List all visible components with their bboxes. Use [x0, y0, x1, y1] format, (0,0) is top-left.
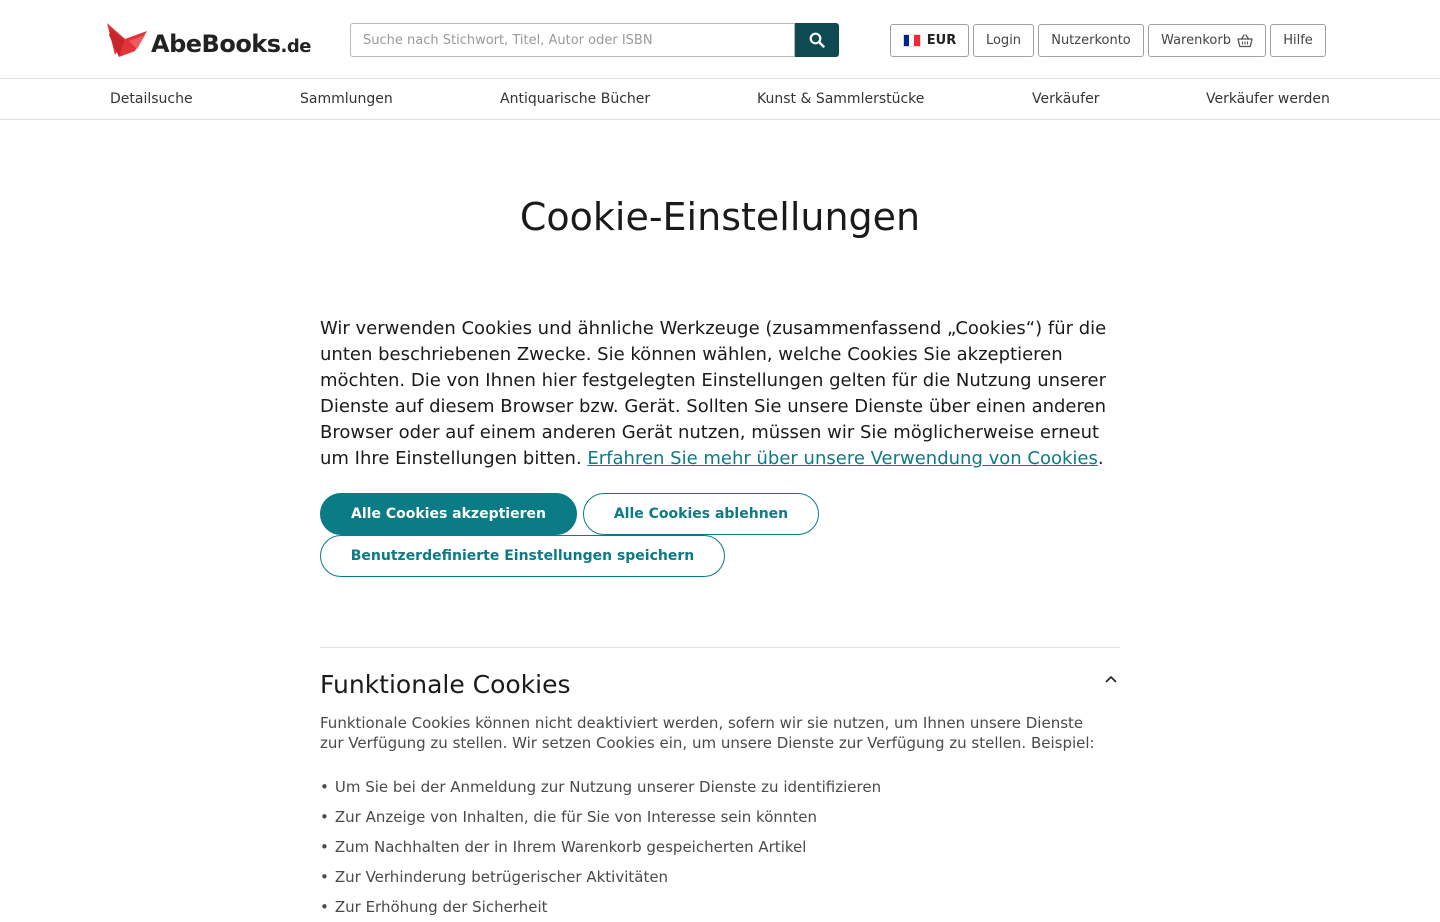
- intro-body: Wir verwenden Cookies und ähnliche Werkz…: [320, 318, 1107, 469]
- save-custom-settings-button[interactable]: Benutzerdefinierte Einstellungen speiche…: [320, 535, 725, 577]
- nav-item-kunst-sammlerstuecke[interactable]: Kunst & Sammlerstücke: [757, 79, 924, 120]
- page-title: Cookie-Einstellungen: [519, 195, 921, 239]
- site-header: AbeBooks.de EUR Login Nutzerkonto Warenk…: [0, 0, 1440, 79]
- nav-item-detailsuche[interactable]: Detailsuche: [110, 79, 193, 120]
- logo-wordmark: AbeBooks.de: [151, 30, 311, 58]
- currency-label: EUR: [926, 33, 957, 48]
- help-button[interactable]: Hilfe: [1270, 24, 1326, 57]
- cart-button[interactable]: Warenkorb: [1148, 24, 1266, 57]
- site-logo[interactable]: AbeBooks.de: [105, 19, 311, 59]
- header-actions: EUR Login Nutzerkonto Warenkorb Hilfe: [890, 24, 1326, 57]
- list-item: Zur Verhinderung betrügerischer Aktivitä…: [320, 862, 1120, 892]
- cart-label: Warenkorb: [1161, 33, 1231, 48]
- account-button[interactable]: Nutzerkonto: [1038, 24, 1144, 57]
- intro-end: .: [1097, 448, 1104, 469]
- nav-item-verkaeufer-werden[interactable]: Verkäufer werden: [1206, 79, 1330, 120]
- functional-cookies-section: Funktionale Cookies Funktionale Cookies …: [320, 647, 1120, 922]
- nav-item-antiquarische-buecher[interactable]: Antiquarische Bücher: [500, 79, 650, 120]
- list-item: Um Sie bei der Anmeldung zur Nutzung uns…: [320, 772, 1120, 802]
- search-icon: [809, 32, 825, 48]
- reject-all-cookies-button[interactable]: Alle Cookies ablehnen: [583, 493, 819, 535]
- abebooks-logo-icon: [107, 23, 147, 57]
- section-title: Funktionale Cookies: [320, 670, 571, 699]
- list-item: Zur Anzeige von Inhalten, die für Sie vo…: [320, 802, 1120, 832]
- nav-item-sammlungen[interactable]: Sammlungen: [300, 79, 393, 120]
- nav-item-verkaeufer[interactable]: Verkäufer: [1032, 79, 1099, 120]
- chevron-up-icon[interactable]: [1104, 672, 1118, 686]
- functional-cookies-header[interactable]: Funktionale Cookies: [320, 648, 1120, 704]
- cookie-intro-text: Wir verwenden Cookies und ähnliche Werkz…: [320, 316, 1120, 472]
- basket-icon: [1237, 33, 1253, 47]
- list-item: Zur Erhöhung der Sicherheit: [320, 892, 1120, 922]
- france-flag-icon: [902, 34, 921, 47]
- currency-selector-button[interactable]: EUR: [890, 24, 969, 57]
- list-item: Zum Nachhalten der in Ihrem Warenkorb ge…: [320, 832, 1120, 862]
- search-button[interactable]: [795, 23, 839, 57]
- section-description: Funktionale Cookies können nicht deaktiv…: [320, 714, 1095, 752]
- accept-all-cookies-button[interactable]: Alle Cookies akzeptieren: [320, 493, 577, 535]
- search-input[interactable]: [350, 23, 795, 57]
- search-bar: [350, 23, 839, 57]
- main-navigation: Detailsuche Sammlungen Antiquarische Büc…: [0, 79, 1440, 120]
- cookie-policy-link[interactable]: Erfahren Sie mehr über unsere Verwendung…: [587, 448, 1097, 469]
- login-button[interactable]: Login: [973, 24, 1034, 57]
